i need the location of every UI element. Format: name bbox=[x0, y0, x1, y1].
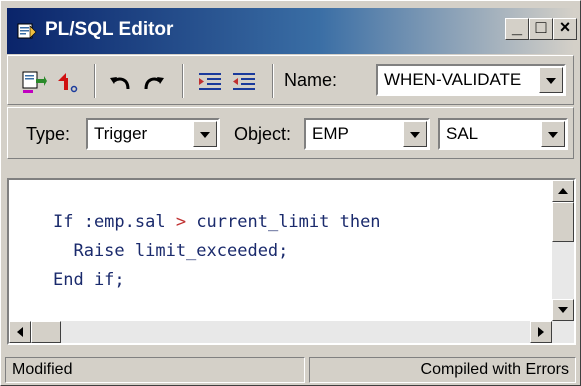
horizontal-scrollbar[interactable] bbox=[9, 321, 552, 343]
vertical-scrollbar[interactable] bbox=[552, 180, 574, 343]
scroll-up-button[interactable] bbox=[552, 180, 574, 202]
name-value: WHEN-VALIDATE bbox=[384, 70, 522, 89]
status-bar: Modified Compiled with Errors bbox=[5, 357, 576, 383]
editor-window-icon bbox=[17, 23, 37, 39]
indent-button[interactable] bbox=[196, 68, 224, 96]
arrow-up-icon bbox=[558, 188, 568, 194]
type-value: Trigger bbox=[94, 124, 148, 143]
toolbar-separator bbox=[94, 64, 96, 98]
type-label: Type: bbox=[26, 124, 71, 144]
scroll-down-button[interactable] bbox=[552, 299, 574, 321]
scroll-left-button[interactable] bbox=[9, 321, 31, 343]
horizontal-scroll-thumb[interactable] bbox=[31, 321, 61, 343]
toolbar-separator bbox=[182, 64, 184, 98]
revert-icon bbox=[58, 73, 78, 93]
code-line: End if; bbox=[53, 270, 125, 290]
object-label: Object: bbox=[234, 124, 292, 144]
scroll-right-button[interactable] bbox=[530, 321, 552, 343]
name-combo[interactable]: WHEN-VALIDATE bbox=[376, 64, 566, 96]
code-editor[interactable]: If :emp.sal > current_limit then Raise l… bbox=[7, 178, 576, 345]
undo-button[interactable] bbox=[106, 68, 134, 96]
vertical-scroll-thumb[interactable] bbox=[552, 202, 574, 242]
redo-icon bbox=[144, 77, 164, 90]
arrow-right-icon bbox=[538, 327, 544, 337]
compile-button[interactable] bbox=[20, 68, 48, 96]
close-icon: × bbox=[559, 17, 571, 37]
status-compile: Compiled with Errors bbox=[309, 357, 576, 383]
minimize-icon: _ bbox=[511, 17, 522, 37]
toolbar: Name: WHEN-VALIDATE bbox=[7, 55, 574, 105]
item-combo[interactable]: SAL bbox=[438, 118, 568, 150]
window-title: PL/SQL Editor bbox=[45, 19, 174, 40]
chevron-down-icon[interactable] bbox=[541, 121, 565, 147]
selector-bar: Type: Trigger Object: EMP SAL bbox=[7, 107, 574, 159]
name-label: Name: bbox=[284, 70, 338, 90]
chevron-down-icon[interactable] bbox=[403, 121, 427, 147]
arrow-left-icon bbox=[17, 327, 23, 337]
indent-icon bbox=[199, 73, 221, 90]
code-line: Raise limit_exceeded; bbox=[53, 241, 289, 261]
plsql-editor-window: PL/SQL Editor _ □ × Name: WHEN-VALIDATE … bbox=[0, 0, 581, 386]
object-value: EMP bbox=[312, 124, 349, 143]
minimize-button[interactable]: _ bbox=[505, 17, 529, 40]
compile-icon bbox=[22, 71, 47, 93]
outdent-icon bbox=[233, 73, 255, 90]
undo-icon bbox=[110, 77, 130, 90]
revert-button[interactable] bbox=[52, 68, 80, 96]
arrow-down-icon bbox=[558, 307, 568, 313]
close-button[interactable]: × bbox=[553, 17, 577, 40]
code-text[interactable]: If :emp.sal > current_limit then Raise l… bbox=[53, 208, 381, 295]
object-combo[interactable]: EMP bbox=[304, 118, 430, 150]
code-line: If :emp.sal > current_limit then bbox=[53, 212, 381, 232]
toolbar-separator bbox=[272, 64, 274, 98]
redo-button[interactable] bbox=[140, 68, 168, 96]
type-combo[interactable]: Trigger bbox=[86, 118, 220, 150]
status-modified: Modified bbox=[5, 357, 305, 383]
maximize-button[interactable]: □ bbox=[529, 17, 553, 40]
title-bar[interactable]: PL/SQL Editor _ □ × bbox=[7, 8, 577, 54]
maximize-icon: □ bbox=[535, 17, 547, 37]
outdent-button[interactable] bbox=[230, 68, 258, 96]
item-value: SAL bbox=[446, 124, 479, 143]
chevron-down-icon[interactable] bbox=[539, 67, 563, 93]
chevron-down-icon[interactable] bbox=[193, 121, 217, 147]
